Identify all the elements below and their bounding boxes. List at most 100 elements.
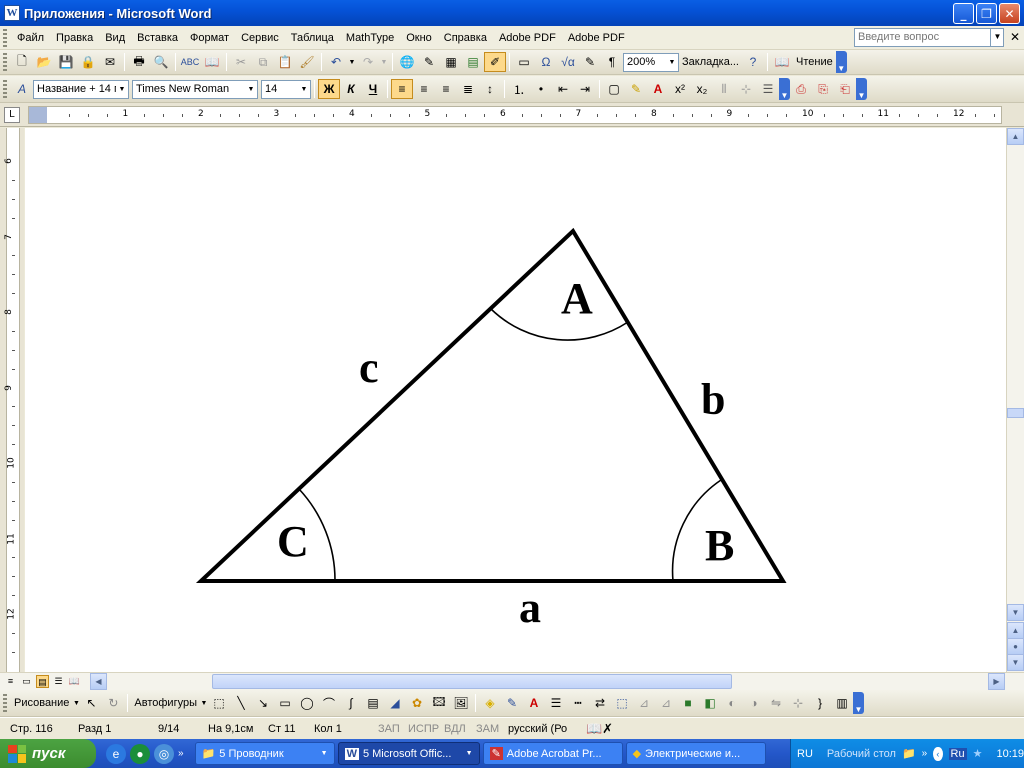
font-size-select[interactable]: 14 ▼ [261, 79, 311, 99]
hyperlink-icon[interactable]: 🌐 [396, 52, 418, 72]
print-preview-icon[interactable]: 🔍 [150, 52, 172, 72]
new-document-icon[interactable]: 🗋 [11, 52, 33, 72]
wordart-icon[interactable]: ◢ [384, 693, 406, 713]
arrow-style-icon[interactable]: ⇄ [589, 693, 611, 713]
normal-view-icon[interactable]: ≡ [4, 675, 17, 688]
horizontal-ruler[interactable]: 1 2 3 4 5 6 7 8 9 10 11 12 [28, 106, 1002, 124]
send-backward-icon[interactable]: ◑ [743, 693, 765, 713]
font-select[interactable]: Times New Roman ▼ [132, 79, 258, 99]
task-acrobat[interactable]: ✎ Adobe Acrobat Pr... [482, 742, 623, 765]
task-electric[interactable]: ◆ Электрические и... [625, 742, 766, 765]
toolbar-options-chevron[interactable]: ▼ [853, 692, 864, 714]
curve-icon[interactable]: ∫ [340, 693, 362, 713]
select-objects-icon[interactable]: ↖ [80, 693, 102, 713]
brace-icon[interactable]: } [809, 693, 831, 713]
help-dropdown-arrow[interactable]: ▼ [990, 28, 1004, 47]
mathtype-equation-icon[interactable]: √α [557, 52, 579, 72]
superscript-icon[interactable]: x² [669, 79, 691, 99]
font-color-icon[interactable]: A [647, 79, 669, 99]
style-select[interactable]: Название + 14 г ▼ [33, 79, 129, 99]
web-view-icon[interactable]: ▭ [20, 675, 33, 688]
equalize-icon[interactable]: ▥ [831, 693, 853, 713]
arc-icon[interactable]: ⌒ [318, 693, 340, 713]
vertical-scrollbar[interactable]: ▲ ▼ ▲ ● ▼ [1006, 128, 1024, 672]
copy-icon[interactable]: ⧉ [252, 52, 274, 72]
borders-icon[interactable]: ▢ [603, 79, 625, 99]
subscript-icon[interactable]: x₂ [691, 79, 713, 99]
line-style-icon[interactable]: ☰ [545, 693, 567, 713]
language-indicator[interactable]: RU [797, 748, 813, 760]
research-icon[interactable]: 📖 [201, 52, 223, 72]
status-track[interactable]: ИСПР [408, 723, 439, 735]
status-language[interactable]: русский (Ро [508, 723, 567, 735]
menu-file[interactable]: Файл [11, 29, 50, 47]
shadow-icon[interactable]: ■ [677, 693, 699, 713]
scroll-left-arrow-icon[interactable]: ◀ [90, 673, 107, 690]
menu-edit[interactable]: Правка [50, 29, 99, 47]
start-button[interactable]: пуск [0, 739, 96, 768]
previous-page-icon[interactable]: ▲ [1007, 622, 1024, 639]
tray-star-icon[interactable]: ★ [973, 747, 983, 760]
horizontal-scrollbar[interactable]: ≡ ▭ ▤ ☰ 📖 ◀ ▶ [0, 672, 1024, 690]
tables-borders-icon[interactable]: ✎ [418, 52, 440, 72]
fill-color-icon[interactable]: ◈ [479, 693, 501, 713]
toolbar-grip[interactable] [3, 80, 7, 98]
highlight-icon[interactable]: ✎ [625, 79, 647, 99]
undo-dropdown-icon[interactable]: ▼ [347, 52, 357, 72]
rectangle-icon[interactable]: ▭ [274, 693, 296, 713]
help-question-input[interactable]: Введите вопрос [854, 28, 1004, 47]
autoshapes-arrow-icon[interactable]: ▼ [200, 693, 208, 713]
numbering-icon[interactable]: ⒈ [508, 79, 530, 99]
flip-icon[interactable]: ⇋ [765, 693, 787, 713]
permission-icon[interactable]: 🔒 [77, 52, 99, 72]
media-player-icon[interactable]: ● [130, 743, 150, 764]
menu-help[interactable]: Справка [438, 29, 493, 47]
tray-expand-icon[interactable]: ‹ [933, 746, 943, 761]
document-close-icon[interactable]: ✕ [1010, 30, 1020, 44]
desktop-folder-icon[interactable]: 📁 [902, 747, 916, 760]
align-center-icon[interactable]: ≡ [413, 79, 435, 99]
print-icon[interactable]: 🖶 [128, 52, 150, 72]
select-browse-object-icon[interactable]: ● [1007, 638, 1024, 655]
minimize-button[interactable]: _ [953, 3, 974, 24]
table-insert-icon[interactable]: ⊹ [735, 79, 757, 99]
menu-insert[interactable]: Вставка [131, 29, 184, 47]
cut-icon[interactable]: ✂ [230, 52, 252, 72]
show-hide-icon[interactable]: ✎ [579, 52, 601, 72]
distribute-icon[interactable]: ⊿ [655, 693, 677, 713]
scroll-up-arrow-icon[interactable]: ▲ [1007, 128, 1024, 145]
bring-forward-icon[interactable]: ◐ [721, 693, 743, 713]
outlook-express-icon[interactable]: ◎ [154, 743, 174, 764]
omega-symbol-icon[interactable]: Ω [535, 52, 557, 72]
convert-email-pdf-icon[interactable]: ⎘ [812, 79, 834, 99]
clipart-icon[interactable]: 🖾 [428, 693, 450, 713]
status-extend[interactable]: ВДЛ [444, 723, 466, 735]
picture-icon[interactable]: 🖼 [450, 693, 472, 713]
document-map-icon[interactable]: ▭ [513, 52, 535, 72]
tray-more-icon[interactable]: » [922, 748, 928, 759]
status-overwrite[interactable]: ЗАМ [476, 723, 499, 735]
desktop-toolbar[interactable]: Рабочий стол [827, 748, 896, 760]
drawing-toggle-icon[interactable]: ✐ [484, 52, 506, 72]
menu-adobe-pdf-1[interactable]: Adobe PDF [493, 29, 562, 47]
align-objects-icon[interactable]: ⊿ [633, 693, 655, 713]
draw-menu-button[interactable]: Рисование [11, 697, 72, 709]
3d-style-icon[interactable]: ◧ [699, 693, 721, 713]
redo-dropdown-icon[interactable]: ▼ [379, 52, 389, 72]
menu-table[interactable]: Таблица [285, 29, 340, 47]
bullets-icon[interactable]: • [530, 79, 552, 99]
rotate-icon[interactable]: ↻ [102, 693, 124, 713]
outline-view-icon[interactable]: ☰ [52, 675, 65, 688]
review-pdf-icon[interactable]: ⎗ [834, 79, 856, 99]
convert-pdf-icon[interactable]: ⎙ [790, 79, 812, 99]
underline-button[interactable]: Ч [362, 79, 384, 99]
format-painter-icon[interactable]: 🖌 [296, 52, 318, 72]
vertical-ruler[interactable]: 6 7 8 9 10 11 12 [0, 128, 24, 672]
spelling-icon[interactable]: ABC [179, 52, 201, 72]
styles-pane-icon[interactable]: A [11, 79, 33, 99]
toolbar-options-chevron[interactable]: ▼ [856, 78, 867, 100]
document-page[interactable]: A B C a b c [25, 128, 1006, 672]
bookmark-button[interactable]: Закладка... [679, 56, 742, 68]
task-word[interactable]: W5 Microsoft Offic... ▼ [337, 742, 480, 765]
menu-mathtype[interactable]: MathType [340, 29, 400, 47]
